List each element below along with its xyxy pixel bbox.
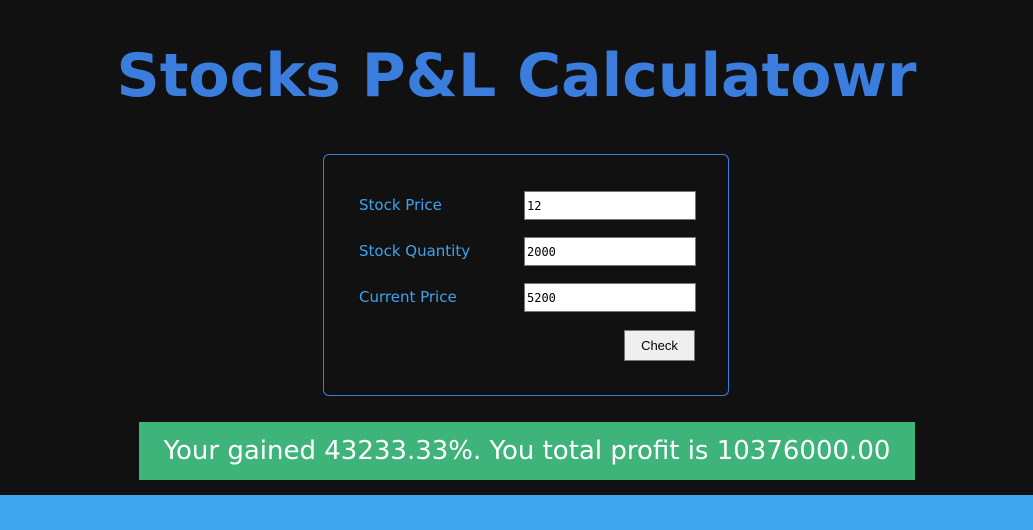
result-message: Your gained 43233.33%. You total profit … [139,422,915,480]
calculator-form: Stock Price Stock Quantity Current Price… [323,154,729,396]
stock-price-input[interactable] [524,191,696,220]
current-price-row: Current Price [359,283,696,313]
stock-price-label: Stock Price [359,196,442,214]
page: Stocks P&L Calculatowr Stock Price Stock… [0,0,1033,530]
check-button[interactable]: Check [624,330,695,361]
current-price-input[interactable] [524,283,696,312]
current-price-label: Current Price [359,288,457,306]
page-title: Stocks P&L Calculatowr [116,41,917,111]
stock-quantity-input[interactable] [524,237,696,266]
stock-quantity-row: Stock Quantity [359,237,696,267]
footer-bar [0,495,1033,530]
stock-quantity-label: Stock Quantity [359,242,471,260]
stock-price-row: Stock Price [359,191,696,221]
